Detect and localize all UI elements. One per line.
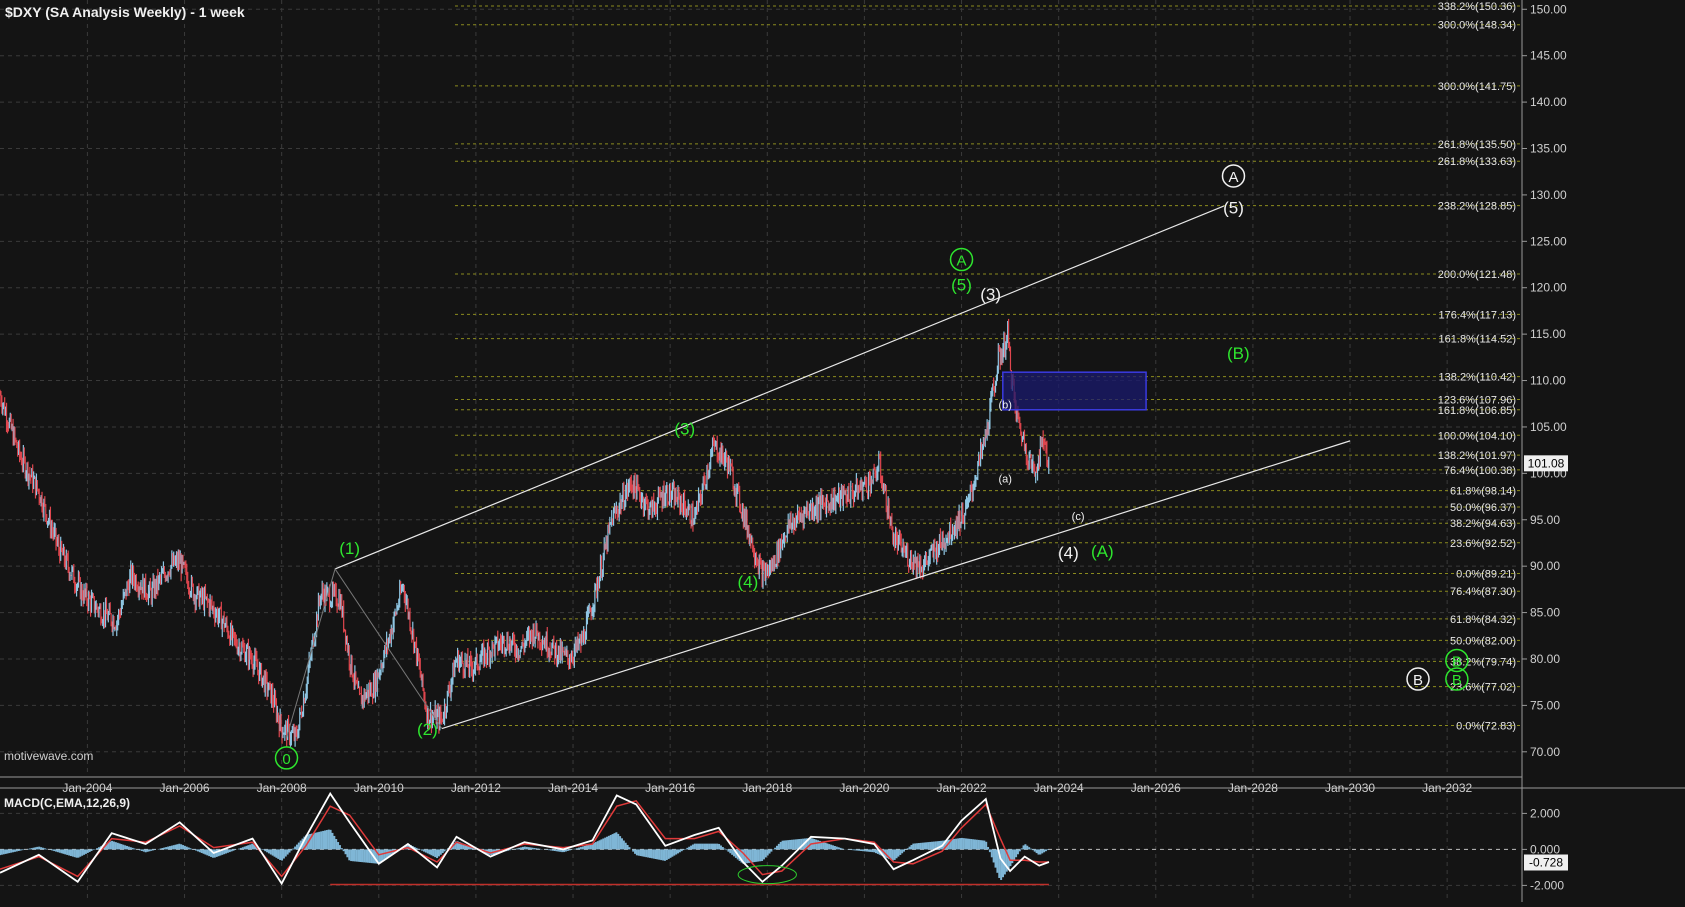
y-tick-label: 110.00 <box>1530 374 1566 388</box>
y-tick-label: 95.00 <box>1530 513 1560 527</box>
fib-label: 76.4%(100.38) <box>1444 465 1516 477</box>
wave-label: (2) <box>417 720 438 739</box>
y-tick-label: 90.00 <box>1530 559 1560 573</box>
y-tick-label: 85.00 <box>1530 606 1560 620</box>
fib-label: 176.4%(117.13) <box>1439 309 1516 321</box>
fib-label: 138.2%(110.42) <box>1439 372 1516 384</box>
fib-label: 23.6%(92.52) <box>1450 538 1516 550</box>
chart-title: $DXY (SA Analysis Weekly) - 1 week <box>5 4 245 20</box>
wave-label: 0 <box>282 751 290 768</box>
x-tick-label: Jan-2006 <box>160 781 210 795</box>
wave-label: B <box>1452 653 1462 670</box>
y-tick-label: 75.00 <box>1530 698 1560 712</box>
macd-title: MACD(C,EMA,12,26,9) <box>4 796 130 810</box>
y-tick-label: 125.00 <box>1530 234 1567 248</box>
macd-tick-label: 0.000 <box>1530 842 1560 856</box>
y-tick-label: 80.00 <box>1530 652 1560 666</box>
fib-label: 61.8%(84.32) <box>1450 614 1516 626</box>
y-tick-label: 115.00 <box>1530 327 1566 341</box>
fib-label: 76.4%(87.30) <box>1450 586 1516 598</box>
wave-label: B <box>1413 672 1423 689</box>
x-tick-label: Jan-2022 <box>937 781 987 795</box>
wave-label: (A) <box>1091 542 1114 561</box>
fib-label: 38.2%(94.63) <box>1450 518 1516 530</box>
x-tick-label: Jan-2010 <box>354 781 404 795</box>
wave-label: (B) <box>1227 344 1250 363</box>
fib-label: 161.8%(114.52) <box>1439 334 1516 346</box>
fib-label: 50.0%(82.00) <box>1450 635 1516 647</box>
fib-label: 261.8%(135.50) <box>1438 139 1516 151</box>
y-tick-label: 150.00 <box>1530 2 1567 16</box>
y-tick-label: 145.00 <box>1530 49 1567 63</box>
fib-label: 50.0%(96.37) <box>1450 502 1516 514</box>
y-tick-label: 135.00 <box>1530 142 1567 156</box>
y-tick-label: 70.00 <box>1530 745 1560 759</box>
y-tick-label: 120.00 <box>1530 281 1567 295</box>
x-tick-label: Jan-2030 <box>1325 781 1375 795</box>
wave-label: (4) <box>1058 544 1079 563</box>
wave-label: A <box>957 253 967 270</box>
x-tick-label: Jan-2018 <box>742 781 792 795</box>
fib-label: 300.0%(141.75) <box>1438 81 1516 93</box>
fib-label: 238.2%(128.85) <box>1438 201 1516 213</box>
fib-label: 61.8%(98.14) <box>1450 486 1516 498</box>
fib-label: 100.0%(104.10) <box>1438 430 1516 442</box>
x-tick-label: Jan-2028 <box>1228 781 1278 795</box>
x-tick-label: Jan-2016 <box>645 781 695 795</box>
y-tick-label: 130.00 <box>1530 188 1567 202</box>
target-box <box>1002 371 1147 411</box>
x-tick-label: Jan-2024 <box>1034 781 1084 795</box>
y-tick-label: 140.00 <box>1530 95 1567 109</box>
wave-label: (4) <box>737 573 758 592</box>
macd-tick-label: -2.000 <box>1530 878 1564 892</box>
x-tick-label: Jan-2032 <box>1422 781 1472 795</box>
fib-label: 338.2%(150.36) <box>1438 1 1516 13</box>
fib-label: 0.0%(89.21) <box>1456 569 1516 581</box>
price-label: 101.08 <box>1528 456 1565 470</box>
x-tick-label: Jan-2004 <box>62 781 112 795</box>
wave-label: (1) <box>339 539 360 558</box>
fib-label: 161.8%(106.85) <box>1438 405 1516 417</box>
fib-label: 261.8%(133.63) <box>1438 156 1516 168</box>
wave-label: A <box>1228 169 1238 186</box>
x-tick-label: Jan-2008 <box>257 781 307 795</box>
fib-label: 138.2%(101.97) <box>1438 450 1516 462</box>
wave-label: (c) <box>1072 511 1085 523</box>
watermark: motivewave.com <box>4 749 93 763</box>
x-tick-label: Jan-2020 <box>839 781 889 795</box>
x-tick-label: Jan-2026 <box>1131 781 1181 795</box>
wave-label: (a) <box>999 474 1012 486</box>
wave-label: (5) <box>1223 198 1244 217</box>
chart-window: 338.2%(150.36) 300.0%(148.34) 300.0%(141.7… <box>0 0 1685 902</box>
macd-tick-label: 2.000 <box>1530 806 1560 820</box>
chart-background <box>0 0 1685 902</box>
chart-svg: 338.2%(150.36) 300.0%(148.34) 300.0%(141.7… <box>0 0 1685 902</box>
x-tick-label: Jan-2014 <box>548 781 598 795</box>
macd-value-label: -0.728 <box>1529 856 1563 870</box>
wave-label: (5) <box>951 276 972 295</box>
fib-label: 300.0%(148.34) <box>1438 20 1516 32</box>
x-tick-label: Jan-2012 <box>451 781 501 795</box>
fib-label: 200.0%(121.48) <box>1438 269 1516 281</box>
y-tick-label: 105.00 <box>1530 420 1567 434</box>
wave-label: (b) <box>999 399 1012 411</box>
wave-label: (3) <box>674 419 695 438</box>
fib-label: 0.0%(72.83) <box>1456 721 1516 733</box>
wave-label: (3) <box>980 285 1001 304</box>
wave-label: B <box>1452 672 1462 689</box>
